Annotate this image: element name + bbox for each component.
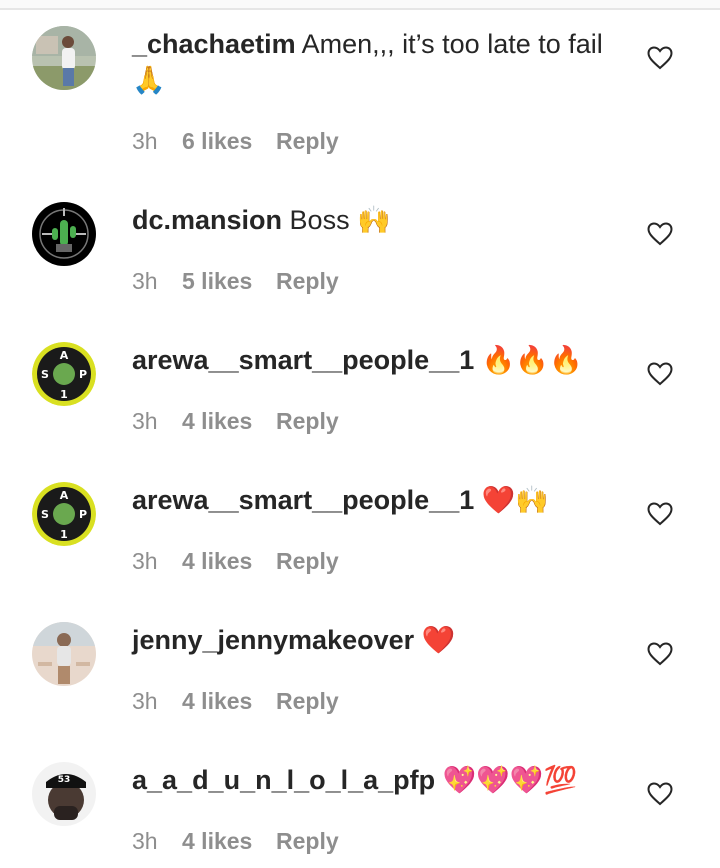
comment-username[interactable]: dc.mansion (132, 205, 282, 235)
heart-icon[interactable] (647, 642, 673, 666)
avatar[interactable]: A S P 1 (32, 482, 96, 546)
profile-photo-person-icon (32, 622, 96, 686)
comment-time: 3h (132, 828, 158, 854)
comment-message: ❤️ (421, 625, 456, 655)
asp-logo-letter: P (79, 508, 87, 521)
comment-likes[interactable]: 4 likes (182, 408, 276, 435)
comment-meta: 3h 6 likes Reply (132, 128, 339, 155)
comment-username[interactable]: jenny_jennymakeover (132, 625, 414, 655)
comment-username[interactable]: a_a_d_u_n_l_o_l_a_pfp (132, 765, 435, 795)
profile-photo-person-icon (32, 26, 96, 90)
comment-username[interactable]: arewa__smart__people__1 (132, 485, 474, 515)
comment-meta: 3h 4 likes Reply (132, 548, 339, 575)
profile-photo-person-cap-icon: 53 (32, 762, 96, 826)
comment-message: Boss 🙌 (289, 205, 391, 235)
comment-meta: 3h 5 likes Reply (132, 268, 339, 295)
avatar[interactable]: 53 (32, 762, 96, 826)
asp-logo-icon: A S P 1 (32, 342, 96, 406)
comment-likes[interactable]: 5 likes (182, 268, 276, 295)
cap-text: 53 (58, 775, 71, 785)
avatar[interactable] (32, 202, 96, 266)
comment-likes[interactable]: 4 likes (182, 688, 276, 715)
asp-logo-letter: A (60, 349, 69, 362)
comment-text: _chachaetim Amen,,, it’s too late to fai… (132, 26, 632, 98)
asp-logo-letter: S (41, 368, 49, 381)
heart-icon[interactable] (647, 782, 673, 806)
reply-button[interactable]: Reply (276, 128, 339, 155)
comment-meta: 3h 4 likes Reply (132, 408, 339, 435)
asp-logo-letter: 1 (60, 528, 68, 541)
heart-icon[interactable] (647, 362, 673, 386)
comment-message: 🔥🔥🔥 (481, 345, 583, 375)
comment-username[interactable]: _chachaetim (132, 29, 296, 59)
comment-text: dc.mansion Boss 🙌 (132, 202, 632, 238)
comment-text: a_a_d_u_n_l_o_l_a_pfp 💖💖💖💯 (132, 762, 632, 798)
comment-emoji: 🙏 (132, 65, 166, 95)
comment-message: 💖💖💖💯 (442, 765, 578, 795)
avatar[interactable]: A S P 1 (32, 342, 96, 406)
comment-time: 3h (132, 548, 158, 574)
avatar[interactable] (32, 622, 96, 686)
comment-time: 3h (132, 688, 158, 714)
cactus-logo-icon (32, 202, 96, 266)
comment-meta: 3h 4 likes Reply (132, 828, 339, 855)
comment-likes[interactable]: 4 likes (182, 548, 276, 575)
comment-text: jenny_jennymakeover ❤️ (132, 622, 632, 658)
comment-likes[interactable]: 4 likes (182, 828, 276, 855)
comment-time: 3h (132, 408, 158, 434)
comment-time: 3h (132, 128, 158, 154)
avatar[interactable] (32, 26, 96, 90)
comment-message: ❤️🙌 (481, 485, 549, 515)
comment-text: arewa__smart__people__1 🔥🔥🔥 (132, 342, 632, 378)
reply-button[interactable]: Reply (276, 548, 339, 575)
comment-meta: 3h 4 likes Reply (132, 688, 339, 715)
comment-text: arewa__smart__people__1 ❤️🙌 (132, 482, 632, 518)
asp-logo-letter: 1 (60, 388, 68, 401)
reply-button[interactable]: Reply (276, 828, 339, 855)
asp-logo-letter: A (60, 489, 69, 502)
asp-logo-letter: S (41, 508, 49, 521)
heart-icon[interactable] (647, 502, 673, 526)
reply-button[interactable]: Reply (276, 688, 339, 715)
asp-logo-icon: A S P 1 (32, 482, 96, 546)
top-divider (0, 0, 720, 10)
comment-time: 3h (132, 268, 158, 294)
heart-icon[interactable] (647, 46, 673, 70)
asp-logo-letter: P (79, 368, 87, 381)
reply-button[interactable]: Reply (276, 408, 339, 435)
comment-likes[interactable]: 6 likes (182, 128, 276, 155)
comment-message: Amen,,, it’s too late to fail (301, 29, 603, 59)
comment-username[interactable]: arewa__smart__people__1 (132, 345, 474, 375)
heart-icon[interactable] (647, 222, 673, 246)
reply-button[interactable]: Reply (276, 268, 339, 295)
